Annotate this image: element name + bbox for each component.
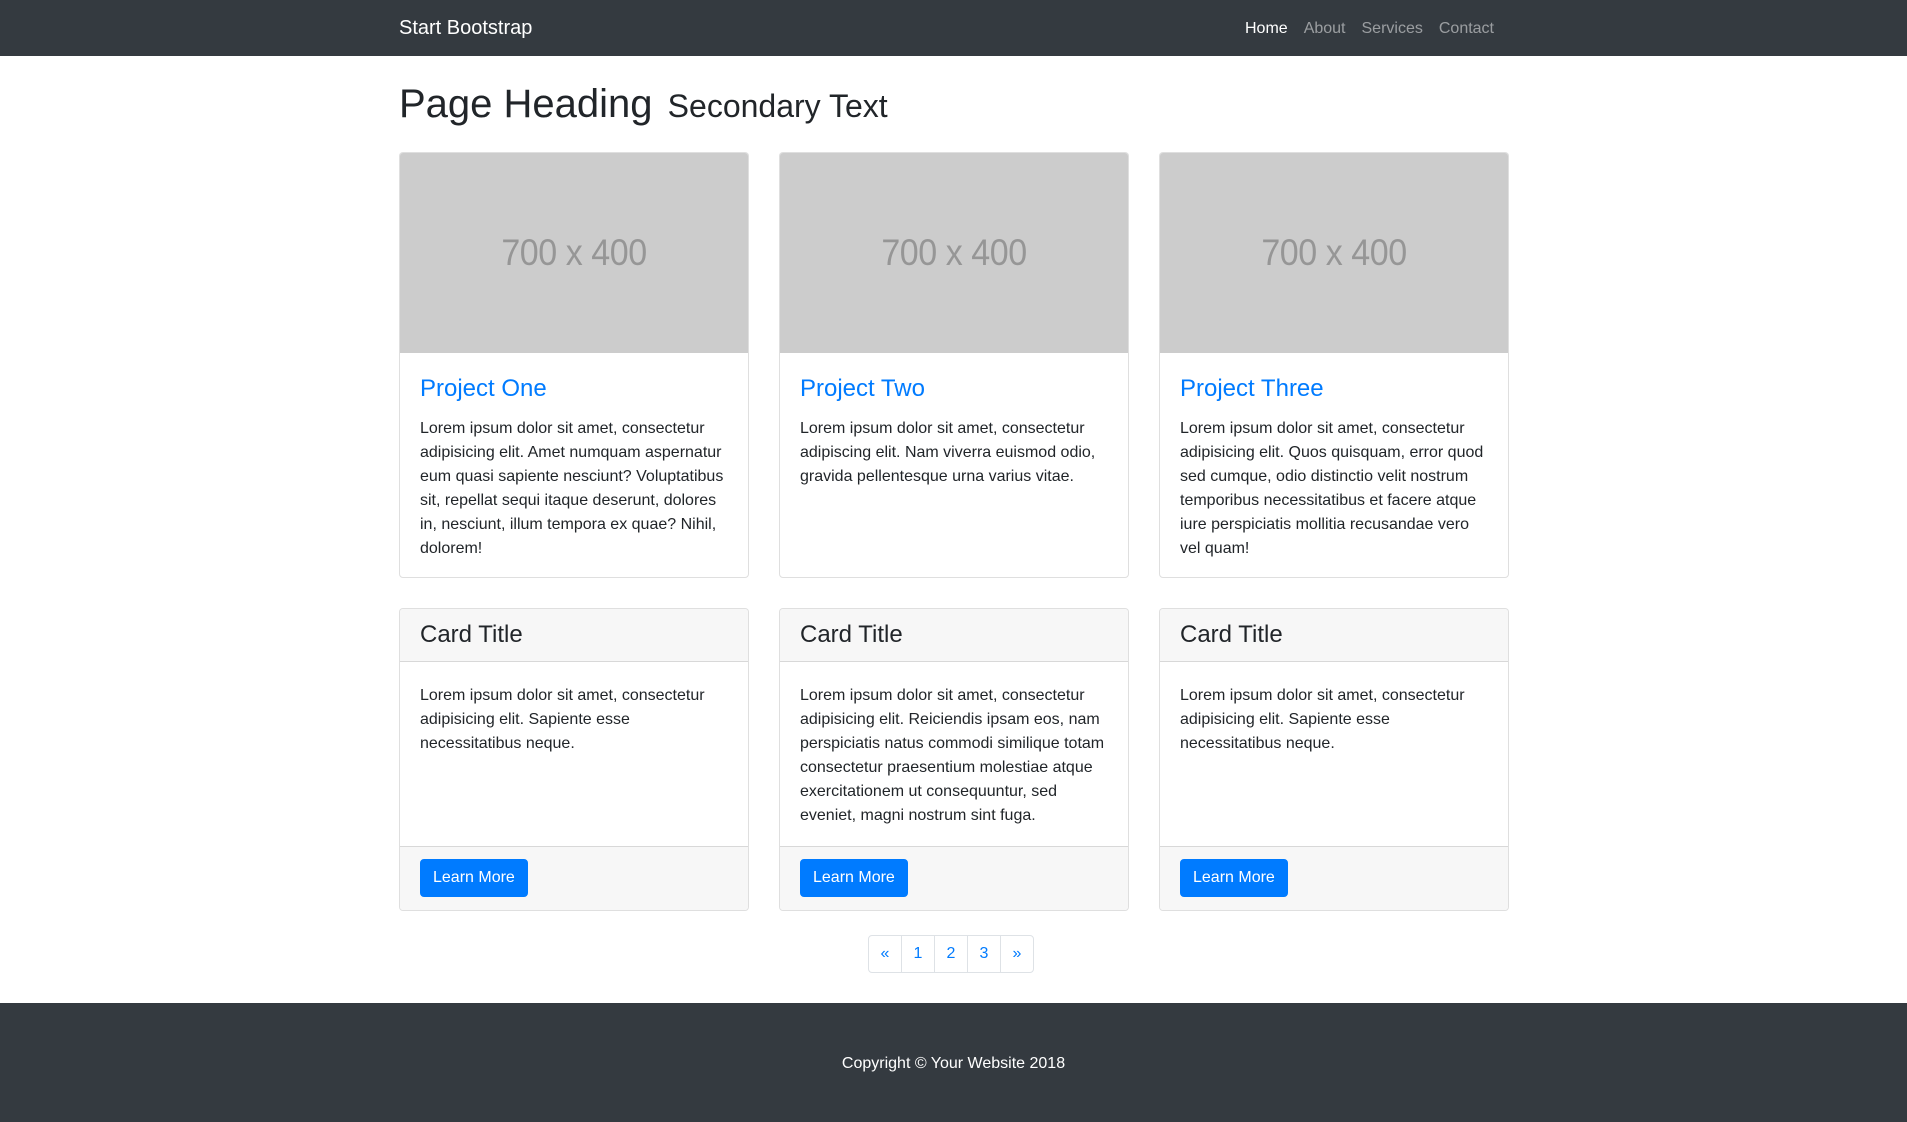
card-footer: Learn More [780, 846, 1128, 910]
project-description: Lorem ipsum dolor sit amet, consectetur … [1180, 420, 1484, 557]
card-title: Card Title [400, 609, 748, 662]
project-image-placeholder[interactable]: 700 x 400 [1160, 153, 1508, 353]
page-subtitle: Secondary Text [667, 88, 888, 124]
pagination-previous[interactable]: « [868, 935, 902, 973]
card-text: Lorem ipsum dolor sit amet, consectetur … [1180, 687, 1465, 752]
image-placeholder-label: 700 x 400 [501, 232, 647, 273]
card-body: Project Two Lorem ipsum dolor sit amet, … [780, 353, 1128, 509]
project-card: 700 x 400 Project Three Lorem ipsum dolo… [1159, 152, 1509, 578]
learn-more-button[interactable]: Learn More [1180, 859, 1288, 897]
card-body: Project Three Lorem ipsum dolor sit amet… [1160, 353, 1508, 577]
page-title: Page Heading [399, 82, 653, 126]
page-heading: Page Heading Secondary Text [399, 80, 888, 130]
project-image-placeholder[interactable]: 700 x 400 [400, 153, 748, 353]
nav-link-home[interactable]: Home [1237, 19, 1296, 38]
card-text: Lorem ipsum dolor sit amet, consectetur … [420, 687, 705, 752]
nav-menu: Home About Services Contact [1237, 19, 1502, 38]
card-footer: Learn More [400, 846, 748, 910]
card-title: Card Title [1160, 609, 1508, 662]
project-description: Lorem ipsum dolor sit amet, consectetur … [800, 420, 1096, 485]
project-title-link[interactable]: Project Three [1180, 375, 1488, 403]
info-card: Card Title Lorem ipsum dolor sit amet, c… [1159, 608, 1509, 911]
card-footer: Learn More [1160, 846, 1508, 910]
project-description: Lorem ipsum dolor sit amet, consectetur … [420, 420, 724, 557]
image-placeholder-label: 700 x 400 [881, 232, 1027, 273]
project-card: 700 x 400 Project One Lorem ipsum dolor … [399, 152, 749, 578]
nav-link-services[interactable]: Services [1354, 19, 1431, 38]
learn-more-button[interactable]: Learn More [800, 859, 908, 897]
card-title: Card Title [780, 609, 1128, 662]
card-body: Lorem ipsum dolor sit amet, consectetur … [1160, 662, 1508, 847]
nav-link-about[interactable]: About [1296, 19, 1354, 38]
learn-more-button[interactable]: Learn More [420, 859, 528, 897]
brand-link[interactable]: Start Bootstrap [399, 15, 532, 41]
project-image-placeholder[interactable]: 700 x 400 [780, 153, 1128, 353]
project-card: 700 x 400 Project Two Lorem ipsum dolor … [779, 152, 1129, 578]
top-navbar: Start Bootstrap Home About Services Cont… [0, 0, 1907, 56]
info-card: Card Title Lorem ipsum dolor sit amet, c… [399, 608, 749, 911]
card-body: Lorem ipsum dolor sit amet, consectetur … [400, 662, 748, 847]
pagination: « 1 2 3 » [868, 935, 1034, 973]
image-placeholder-label: 700 x 400 [1261, 232, 1407, 273]
card-text: Lorem ipsum dolor sit amet, consectetur … [800, 687, 1105, 824]
info-card: Card Title Lorem ipsum dolor sit amet, c… [779, 608, 1129, 911]
pagination-page-2[interactable]: 2 [934, 935, 968, 973]
copyright-text: Copyright © Your Website 2018 [841, 1055, 1066, 1072]
pagination-page-3[interactable]: 3 [967, 935, 1001, 973]
pagination-page-1[interactable]: 1 [901, 935, 935, 973]
card-body: Lorem ipsum dolor sit amet, consectetur … [780, 662, 1128, 847]
project-title-link[interactable]: Project Two [800, 375, 1108, 403]
card-body: Project One Lorem ipsum dolor sit amet, … [400, 353, 748, 577]
project-title-link[interactable]: Project One [420, 375, 728, 403]
pagination-next[interactable]: » [1000, 935, 1034, 973]
page-footer: Copyright © Your Website 2018 [0, 1003, 1907, 1122]
nav-link-contact[interactable]: Contact [1431, 19, 1502, 38]
